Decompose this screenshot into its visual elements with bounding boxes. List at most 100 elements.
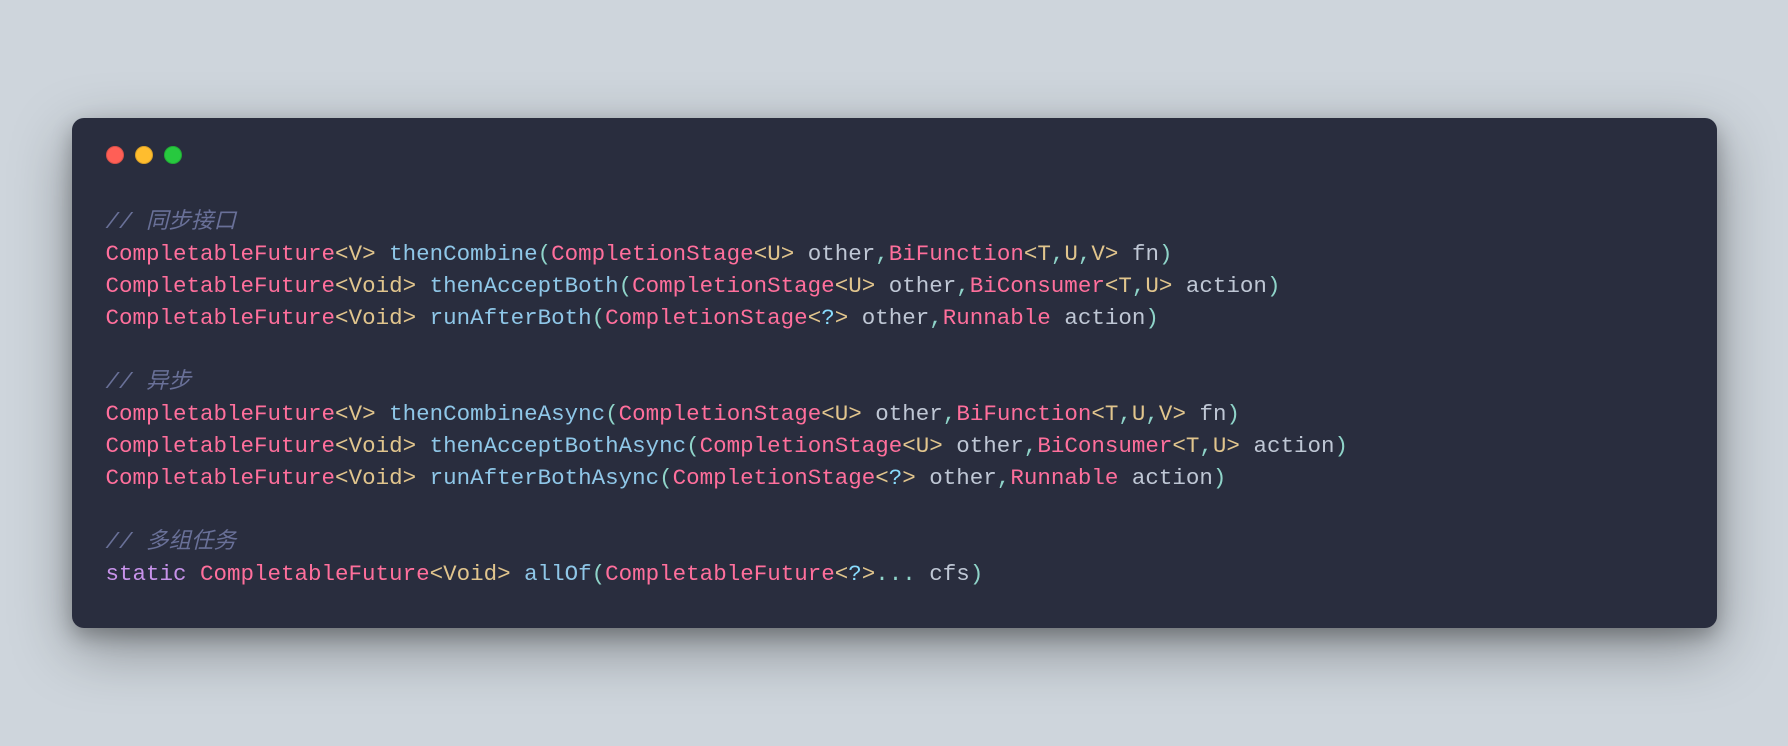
comma: , <box>956 273 970 299</box>
varargs: ... <box>875 561 916 587</box>
param-other: other <box>956 433 1024 459</box>
minimize-icon[interactable] <box>135 146 153 164</box>
generic-u: U <box>1064 241 1078 267</box>
type-completablefuture: CompletableFuture <box>200 561 430 587</box>
lt: < <box>754 241 768 267</box>
gt: > <box>862 561 876 587</box>
lt: < <box>821 401 835 427</box>
space <box>1186 401 1200 427</box>
gt: > <box>835 305 849 331</box>
type-completablefuture: CompletableFuture <box>106 273 336 299</box>
param-action: action <box>1186 273 1267 299</box>
type-completablefuture: CompletableFuture <box>106 465 336 491</box>
lt: < <box>835 561 849 587</box>
type-bifunction: BiFunction <box>889 241 1024 267</box>
comma: , <box>997 465 1011 491</box>
space <box>511 561 525 587</box>
space <box>1118 465 1132 491</box>
type-completionstage: CompletionStage <box>700 433 903 459</box>
comma: , <box>1118 401 1132 427</box>
space <box>875 273 889 299</box>
lt: < <box>335 433 349 459</box>
space <box>416 305 430 331</box>
gt: > <box>781 241 795 267</box>
type-runnable: Runnable <box>943 305 1051 331</box>
gt: > <box>403 273 417 299</box>
gt: > <box>1226 433 1240 459</box>
space <box>1172 273 1186 299</box>
maximize-icon[interactable] <box>164 146 182 164</box>
window-controls <box>106 146 1683 164</box>
type-completionstage: CompletionStage <box>673 465 876 491</box>
comma: , <box>1145 401 1159 427</box>
generic-u: U <box>835 401 849 427</box>
keyword-static: static <box>106 561 187 587</box>
comma: , <box>1024 433 1038 459</box>
gt: > <box>403 465 417 491</box>
rparen: ) <box>1145 305 1159 331</box>
lparen: ( <box>592 561 606 587</box>
comma: , <box>943 401 957 427</box>
comma: , <box>1199 433 1213 459</box>
space <box>1240 433 1254 459</box>
type-completablefuture: CompletableFuture <box>106 305 336 331</box>
generic-void: Void <box>349 433 403 459</box>
generic-u: U <box>767 241 781 267</box>
gt: > <box>848 401 862 427</box>
gt: > <box>362 401 376 427</box>
generic-t: T <box>1118 273 1132 299</box>
method-thencombineasync: thenCombineAsync <box>389 401 605 427</box>
param-fn: fn <box>1199 401 1226 427</box>
space <box>916 561 930 587</box>
rparen: ) <box>1213 465 1227 491</box>
close-icon[interactable] <box>106 146 124 164</box>
gt: > <box>1105 241 1119 267</box>
comment-multi: // 多组任务 <box>106 529 237 555</box>
method-thencombine: thenCombine <box>389 241 538 267</box>
lt: < <box>430 561 444 587</box>
comma: , <box>929 305 943 331</box>
space <box>862 401 876 427</box>
space <box>943 433 957 459</box>
lt: < <box>335 401 349 427</box>
space <box>1051 305 1065 331</box>
lt: < <box>335 465 349 491</box>
comma: , <box>1132 273 1146 299</box>
code-window: // 同步接口 CompletableFuture<V> thenCombine… <box>72 118 1717 628</box>
gt: > <box>862 273 876 299</box>
type-completablefuture: CompletableFuture <box>106 433 336 459</box>
method-runafterboth: runAfterBoth <box>430 305 592 331</box>
space <box>416 433 430 459</box>
space <box>416 465 430 491</box>
type-completionstage: CompletionStage <box>632 273 835 299</box>
lt: < <box>1024 241 1038 267</box>
method-thenacceptbothasync: thenAcceptBothAsync <box>430 433 687 459</box>
space <box>1118 241 1132 267</box>
param-other: other <box>808 241 876 267</box>
rparen: ) <box>1159 241 1173 267</box>
type-biconsumer: BiConsumer <box>970 273 1105 299</box>
gt: > <box>403 433 417 459</box>
rparen: ) <box>1267 273 1281 299</box>
comment-async: // 异步 <box>106 369 192 395</box>
generic-u: U <box>1213 433 1227 459</box>
lt: < <box>335 305 349 331</box>
lt: < <box>1105 273 1119 299</box>
space <box>848 305 862 331</box>
lt: < <box>335 241 349 267</box>
lparen: ( <box>605 401 619 427</box>
rparen: ) <box>970 561 984 587</box>
lt: < <box>835 273 849 299</box>
space <box>376 241 390 267</box>
wildcard: ? <box>821 305 835 331</box>
generic-void: Void <box>349 305 403 331</box>
lparen: ( <box>659 465 673 491</box>
generic-v: V <box>1159 401 1173 427</box>
generic-t: T <box>1037 241 1051 267</box>
wildcard: ? <box>889 465 903 491</box>
lt: < <box>1172 433 1186 459</box>
param-action: action <box>1064 305 1145 331</box>
generic-u: U <box>1145 273 1159 299</box>
type-completablefuture: CompletableFuture <box>605 561 835 587</box>
type-bifunction: BiFunction <box>956 401 1091 427</box>
